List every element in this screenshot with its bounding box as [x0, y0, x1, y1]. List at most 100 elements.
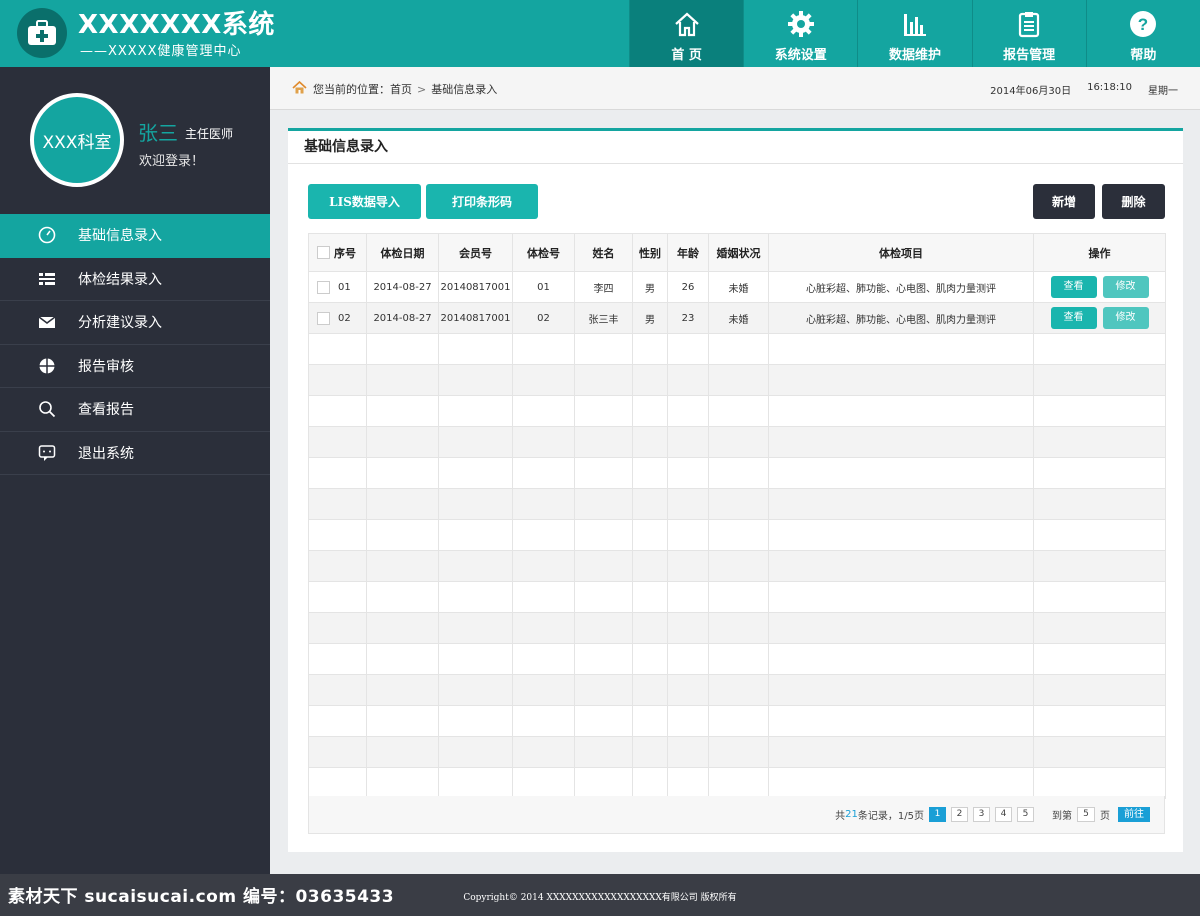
sidebar-item-label: 分析建议录入: [78, 315, 162, 332]
cell-exam: 01: [512, 271, 575, 303]
sidebar-item-label: 查看报告: [78, 402, 134, 419]
cell-name: 李四: [574, 271, 633, 303]
pagination: 共 21 条记录， 1/5页 1 2 3 4 5 到第 5 页 前往: [835, 807, 1150, 822]
sidebar: XXX科室 张三 主任医师 欢迎登录！ 基础信息录入 体检结果录入 分析建议录入…: [0, 67, 270, 874]
cell-name: 张三丰: [574, 302, 633, 334]
view-button[interactable]: 查看: [1050, 307, 1097, 329]
empty-row: [308, 488, 1166, 520]
app-subtitle: ——XXXXX健康管理中心: [80, 44, 242, 59]
topnav-report[interactable]: 报告管理: [971, 0, 1086, 67]
go-button[interactable]: 前往: [1118, 807, 1150, 822]
edit-button[interactable]: 修改: [1102, 307, 1149, 329]
sidebar-item-label: 基础信息录入: [78, 228, 162, 245]
topnav-help[interactable]: ? 帮助: [1085, 0, 1200, 67]
cell-gender: 男: [632, 271, 668, 303]
sidebar-item-review[interactable]: 报告审核: [0, 345, 270, 388]
topnav-label: 报告管理: [1003, 48, 1056, 63]
home-icon: [292, 80, 307, 97]
side-menu: 基础信息录入 体检结果录入 分析建议录入 报告审核 查看报告 退出系统: [0, 214, 270, 475]
user-role: 主任医师: [185, 127, 234, 141]
page-button[interactable]: 5: [1017, 807, 1034, 822]
cell-age: 26: [667, 271, 709, 303]
topnav-label: 帮助: [1130, 48, 1157, 63]
cell-marital: 未婚: [708, 271, 769, 303]
table-row: 01 2014-08-27 20140817001 01 李四 男 26 未婚 …: [308, 271, 1166, 303]
column-header: 性别: [632, 233, 668, 272]
topnav-label: 系统设置: [774, 48, 827, 63]
view-button[interactable]: 查看: [1050, 276, 1097, 298]
column-header: 婚姻状况: [708, 233, 769, 272]
row-checkbox[interactable]: [317, 280, 330, 294]
cell-date: 2014-08-27: [366, 302, 439, 334]
cell-items: 心脏彩超、肺功能、心电图、肌肉力量测评: [768, 271, 1034, 303]
topnav-settings[interactable]: 系统设置: [743, 0, 857, 67]
footer: 素材天下 sucaisucai.com 编号：03635433 Copyrigh…: [0, 874, 1200, 916]
breadcrumb-bar: 您当前的位置： 首页 > 基础信息录入 2014年06月30日 16:18:10…: [270, 67, 1200, 110]
sidebar-item-logout[interactable]: 退出系统: [0, 432, 270, 475]
page-button[interactable]: 4: [995, 807, 1012, 822]
empty-row: [308, 426, 1166, 458]
sidebar-item-label: 报告审核: [78, 358, 134, 375]
help-icon: ?: [1128, 9, 1158, 39]
delete-button[interactable]: 删除: [1102, 184, 1165, 219]
empty-row: [308, 767, 1166, 799]
row-select-cell: 02: [308, 302, 367, 334]
page-button[interactable]: 2: [951, 807, 968, 822]
current-date: 2014年06月30日: [990, 86, 1072, 97]
cell-age: 23: [667, 302, 709, 334]
empty-row: [308, 364, 1166, 396]
column-header: 姓名: [574, 233, 633, 272]
pagination-bar: 共 21 条记录， 1/5页 1 2 3 4 5 到第 5 页 前往: [308, 796, 1165, 834]
breadcrumb-prefix: 您当前的位置：: [313, 83, 390, 96]
svg-text:?: ?: [1138, 15, 1148, 34]
current-weekday: 星期一: [1148, 86, 1178, 97]
cell-items: 心脏彩超、肺功能、心电图、肌肉力量测评: [768, 302, 1034, 334]
empty-row: [308, 705, 1166, 737]
column-header: 体检项目: [768, 233, 1034, 272]
row-checkbox[interactable]: [317, 311, 330, 325]
cell-actions: 查看 修改: [1033, 271, 1166, 303]
top-navigation: 首 页 系统设置 数据维护 报告管理 ? 帮助: [629, 0, 1200, 67]
pie-icon: [38, 357, 56, 375]
medical-kit-icon: [17, 8, 67, 58]
empty-row: [308, 581, 1166, 613]
empty-row: [308, 457, 1166, 489]
search-icon: [38, 400, 56, 418]
edit-button[interactable]: 修改: [1102, 276, 1149, 298]
sidebar-item-basic-info[interactable]: 基础信息录入: [0, 214, 270, 258]
cell-marital: 未婚: [708, 302, 769, 334]
cell-exam: 02: [512, 302, 575, 334]
sidebar-item-label: 退出系统: [78, 445, 134, 462]
lis-import-button[interactable]: LIS数据导入: [308, 184, 421, 219]
goto-page-input[interactable]: 5: [1077, 807, 1095, 822]
column-header: 序号: [308, 233, 367, 272]
topnav-data[interactable]: 数据维护: [857, 0, 971, 67]
sidebar-item-view-report[interactable]: 查看报告: [0, 388, 270, 432]
add-button[interactable]: 新增: [1033, 184, 1095, 219]
goto-suffix: 页: [1100, 811, 1110, 822]
list-icon: [38, 270, 56, 288]
sidebar-item-analysis[interactable]: 分析建议录入: [0, 301, 270, 345]
cell-gender: 男: [632, 302, 668, 334]
user-name: 张三: [138, 121, 178, 145]
empty-row: [308, 736, 1166, 768]
empty-row: [308, 550, 1166, 582]
logout-icon: [38, 444, 56, 462]
cell-actions: 查看 修改: [1033, 302, 1166, 334]
breadcrumb-home-link[interactable]: 首页: [390, 81, 412, 97]
home-icon: [672, 9, 702, 39]
table-row: 02 2014-08-27 20140817001 02 张三丰 男 23 未婚…: [308, 302, 1166, 334]
total-suffix: 条记录，: [857, 811, 898, 822]
select-all-checkbox[interactable]: [317, 246, 330, 259]
datetime: 2014年06月30日 16:18:10 星期一: [974, 82, 1178, 97]
print-barcode-button[interactable]: 打印条形码: [426, 184, 538, 219]
total-prefix: 共: [835, 811, 846, 822]
topnav-home[interactable]: 首 页: [629, 0, 744, 67]
app-title: XXXXXXX系统: [78, 10, 275, 40]
sidebar-item-exam-results[interactable]: 体检结果录入: [0, 258, 270, 301]
page-button[interactable]: 1: [929, 807, 946, 822]
column-header: 年龄: [667, 233, 709, 272]
page-button[interactable]: 3: [973, 807, 990, 822]
empty-row: [308, 333, 1166, 365]
topnav-label: 首 页: [671, 48, 702, 63]
